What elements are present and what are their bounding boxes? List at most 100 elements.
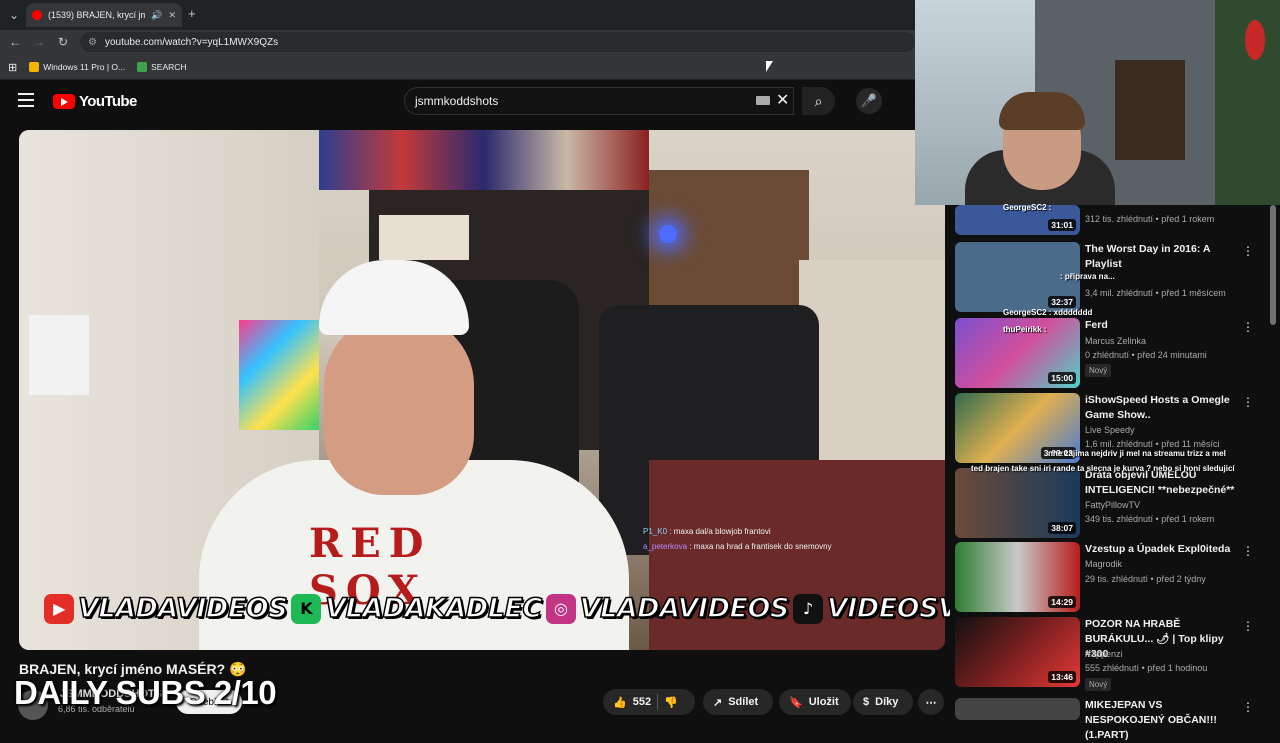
mouse-cursor-icon [766,61,773,72]
video-thumbnail[interactable] [955,698,1080,720]
youtube-icon: ▶ [44,593,74,624]
chat-message: P1_K0 : maxa dal/a blowjob frantovi [643,524,832,539]
search-icon: ⌕ [814,93,823,109]
audio-icon[interactable]: 🔊 [151,10,162,21]
more-actions-button[interactable]: ⋯ [918,689,944,715]
bookmark-windows[interactable]: Windows 11 Pro | O... [29,62,125,72]
video-title[interactable]: iShowSpeed Hosts a Omegle Game Show.. [1085,393,1245,423]
channel-name[interactable]: Kappenzi [1085,649,1123,659]
menu-icon[interactable] [18,93,34,107]
bookmark-search[interactable]: SEARCH [137,62,187,72]
video-thumbnail[interactable]: 38:07 [955,468,1080,538]
more-icon: ⋯ [925,696,937,709]
duration-badge: 38:07 [1048,522,1076,534]
duration-badge: 32:37 [1048,296,1076,308]
browser-tab[interactable]: (1539) BRAJEN, krycí jméno 🔊 ✕ [26,3,182,27]
youtube-logo[interactable]: YouTube [53,93,137,110]
bookmark-label: SEARCH [151,62,187,72]
video-title[interactable]: Ferd [1085,318,1245,333]
back-icon[interactable]: ← [6,34,24,50]
video-title[interactable]: The Worst Day in 2016: A Playlist [1085,242,1245,272]
video-meta: 349 tis. zhlédnutí • před 1 rokem [1085,514,1215,524]
more-options-icon[interactable]: ⋮ [1242,244,1254,258]
youtube-favicon [32,10,42,20]
daily-subs-overlay: DAILY SUBS 2/10 [14,674,277,711]
more-options-icon[interactable]: ⋮ [1242,544,1254,558]
close-tab-icon[interactable]: ✕ [168,10,176,21]
divider [657,694,659,710]
share-icon: ↗ [713,696,723,709]
video-title[interactable]: MIKEJEPAN VS NESPOKOJENÝ OBČAN!!! (1.PAR… [1085,698,1245,743]
share-label: Sdílet [728,696,759,708]
red-sox-logo: RED SOX [309,520,432,614]
like-dislike-group: 👍 552 👎 [603,689,695,715]
reload-icon[interactable]: ↻ [54,34,72,50]
recommendation-item[interactable]: 14:29 Vzestup a Úpadek Expl0iteda Magrod… [955,542,1275,618]
more-options-icon[interactable]: ⋮ [1242,619,1254,633]
bookmarks-bar: ⊞ Windows 11 Pro | O... SEARCH [0,55,915,80]
recommendation-item[interactable]: 13:46 POZOR NA HRABĚ BURÁKULU... 🌶 | Top… [955,617,1275,693]
chat-text-overlay: ted brajen take sni iri rande ta slecna … [971,464,1235,473]
streamer-face [324,315,474,495]
tab-search-icon[interactable]: ⌄ [6,7,22,23]
video-title[interactable]: Vzestup a Úpadek Expl0iteda [1085,542,1245,557]
channel-name[interactable]: Marcus Zelinka [1085,336,1146,346]
overlay-label: VLADAKADLEC [324,592,542,625]
search-input[interactable]: jsmmkoddshots [404,87,794,115]
duration-badge: 15:00 [1048,372,1076,384]
chat-message: a_peterkova : maxa na hrad a frantisek d… [643,539,832,554]
chat-name-overlay: : připrava na... [1060,272,1115,281]
video-meta: 1,6 mil. zhlédnutí • před 11 měsíci [1085,439,1220,449]
video-meta: 555 zhlédnutí • před 1 hodinou [1085,663,1208,673]
overlay-label: VLADAVIDEOS [77,592,288,625]
more-options-icon[interactable]: ⋮ [1242,320,1254,334]
thanks-button[interactable]: $ Díky [853,689,913,715]
search-button[interactable]: ⌕ [802,87,835,115]
tab-title: (1539) BRAJEN, krycí jméno [48,10,146,20]
share-button[interactable]: ↗ Sdílet [703,689,773,715]
tiktok-icon: ♪ [792,593,823,624]
overlay-kick: K VLADAKADLEC [291,592,543,625]
dislike-icon[interactable]: 👎 [664,696,678,709]
chat-text: : maxa na hrad a frantisek do snemovny [689,542,832,551]
more-options-icon[interactable]: ⋮ [1242,700,1254,714]
youtube-play-icon [53,94,75,109]
recommendation-item[interactable]: 32:37 The Worst Day in 2016: A Playlist … [955,242,1275,318]
channel-name[interactable]: FattyPillowTV [1085,500,1140,510]
overlay-youtube: ▶ VLADAVIDEOS [44,592,288,625]
instagram-icon: ◎ [545,593,576,624]
chat-user: a_peterkova [643,542,688,551]
thanks-icon: $ [863,696,870,708]
video-meta: 29 tis. zhlédnutí • před 2 týdny [1085,574,1206,584]
video-meta: 3,4 mil. zhlédnutí • před 1 měsícem [1085,288,1226,298]
video-thumbnail[interactable]: 13:46 [955,617,1080,687]
voice-search-mic-icon[interactable]: 🎤 [856,88,882,114]
kick-icon: K [291,593,322,624]
video-player[interactable]: RED SOX [19,130,945,650]
social-overlay: ▶ VLADAVIDEOS K VLADAKADLEC ◎ VLADAVIDEO… [44,592,1039,625]
site-info-icon[interactable]: ⚙ [88,37,97,48]
chat-name-overlay: thuPeirikk : [1003,325,1047,334]
chat-text: : maxa dal/a blowjob frantovi [669,527,771,536]
url-text: youtube.com/watch?v=yqL1MWX9QZs [104,36,279,48]
save-button[interactable]: 🔖 Uložit [779,689,851,715]
channel-name[interactable]: Magrodik [1085,559,1122,569]
chat-name-overlay: GeorgeSC2 : xddddddd [1003,308,1093,317]
keyboard-icon[interactable] [756,96,770,105]
recommendation-item[interactable]: 38:07 Dráta objevil UMĚLOU INTELIGENCI! … [955,468,1275,544]
channel-name[interactable]: Live Speedy [1085,425,1135,435]
apps-icon[interactable]: ⊞ [8,61,17,74]
new-tab-icon[interactable]: + [188,6,202,22]
youtube-wordmark: YouTube [79,93,137,110]
recommendation-item[interactable]: MIKEJEPAN VS NESPOKOJENÝ OBČAN!!! (1.PAR… [955,698,1275,741]
video-thumbnail[interactable]: 14:29 [955,542,1080,612]
like-count[interactable]: 552 [633,696,651,708]
like-icon[interactable]: 👍 [613,696,627,709]
clear-search-icon[interactable]: ✕ [776,92,789,110]
webcam-person-hair [999,92,1085,130]
more-options-icon[interactable]: ⋮ [1242,395,1254,409]
forward-icon[interactable]: → [30,34,48,50]
url-field[interactable]: ⚙ youtube.com/watch?v=yqL1MWX9QZs [80,32,915,52]
duration-badge: 31:01 [1048,219,1076,231]
bookmark-icon: 🔖 [789,696,803,709]
